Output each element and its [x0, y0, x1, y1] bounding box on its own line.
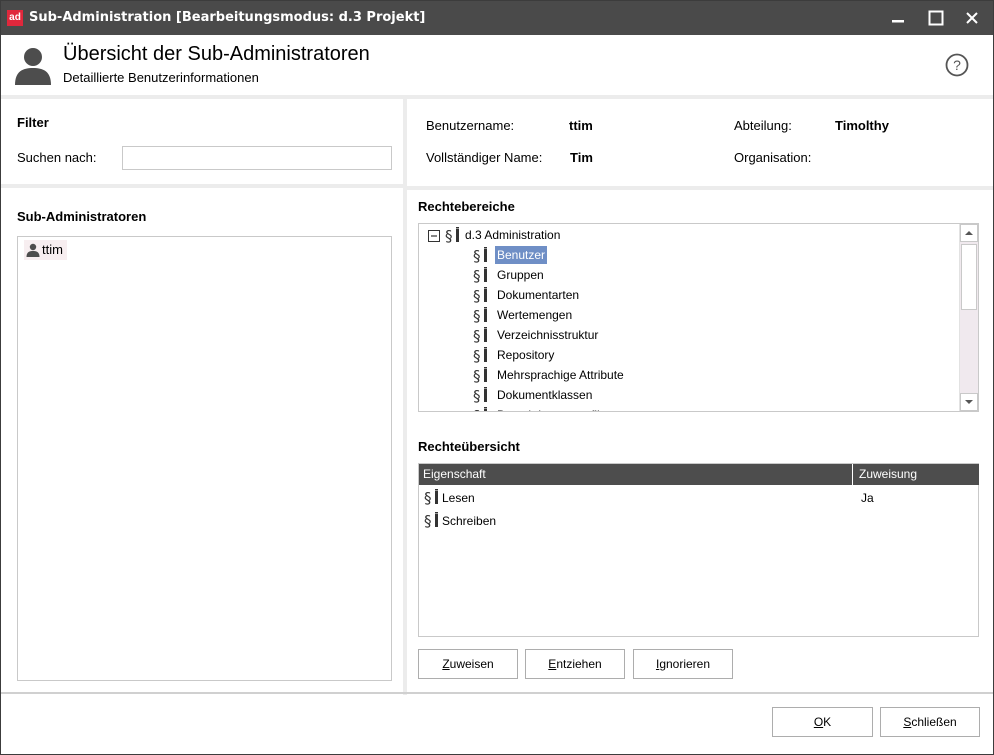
svg-text:§: § — [473, 367, 481, 384]
paragraph-rights-icon: § — [445, 227, 459, 244]
help-icon[interactable]: ? — [945, 53, 969, 77]
rights-areas-heading: Rechtebereiche — [418, 199, 515, 214]
assign-button[interactable]: Zuweisen — [418, 649, 518, 679]
organization-label: Organisation: — [734, 150, 812, 165]
minimize-icon — [892, 20, 904, 23]
fullname-label: Vollständiger Name: — [426, 150, 543, 165]
column-header-assignment[interactable]: Zuweisung — [859, 467, 917, 481]
scroll-up-button[interactable] — [960, 224, 978, 242]
divider — [1, 95, 993, 99]
user-avatar-icon — [15, 48, 51, 85]
divider — [407, 186, 993, 190]
paragraph-rights-icon: § — [473, 407, 487, 412]
tree-item[interactable]: Gruppen — [495, 266, 546, 284]
tree-item[interactable]: Dokumentklassen — [495, 386, 594, 404]
paragraph-rights-icon: § — [424, 489, 438, 506]
subadmins-list[interactable]: ttim — [17, 236, 392, 681]
tree-item[interactable]: Mehrsprachige Attribute — [495, 366, 626, 384]
svg-text:§: § — [473, 327, 481, 344]
ignore-button[interactable]: Ignorieren — [633, 649, 733, 679]
svg-text:§: § — [473, 387, 481, 404]
app-logo-icon: ad — [7, 10, 23, 26]
page-header: Übersicht der Sub-Administratoren Detail… — [1, 35, 993, 96]
window-title: Sub-Administration [Bearbeitungsmodus: d… — [29, 10, 426, 25]
paragraph-rights-icon: § — [473, 327, 487, 344]
tree-item[interactable]: Repository — [495, 346, 556, 364]
paragraph-rights-icon: § — [473, 307, 487, 324]
paragraph-rights-icon: § — [424, 512, 438, 529]
scroll-thumb[interactable] — [961, 244, 977, 310]
filter-heading: Filter — [17, 115, 49, 130]
svg-text:§: § — [424, 489, 432, 506]
paragraph-rights-icon: § — [473, 347, 487, 364]
table-cell-property[interactable]: Lesen — [442, 489, 475, 507]
svg-text:§: § — [445, 227, 453, 244]
user-icon — [26, 243, 40, 257]
close-icon — [966, 12, 978, 24]
sub-administration-window: ad Sub-Administration [Bearbeitungsmodus… — [0, 0, 994, 755]
column-divider[interactable] — [852, 464, 853, 485]
scroll-down-button[interactable] — [960, 393, 978, 411]
svg-text:§: § — [473, 267, 481, 284]
title-bar[interactable]: ad Sub-Administration [Bearbeitungsmodus… — [1, 1, 993, 35]
paragraph-rights-icon: § — [473, 387, 487, 404]
subadmins-heading: Sub-Administratoren — [17, 209, 147, 224]
search-input[interactable] — [122, 146, 392, 170]
scroll-up-icon — [965, 231, 973, 235]
vertical-scrollbar[interactable] — [959, 224, 978, 411]
department-value: Timolthy — [835, 118, 889, 133]
fullname-value: Tim — [570, 150, 593, 165]
rights-areas-tree[interactable]: § d.3 Administration § Benutzer § Gruppen § D… — [418, 223, 979, 412]
username-label: Benutzername: — [426, 118, 515, 133]
username-value: ttim — [569, 118, 593, 133]
svg-text:?: ? — [953, 57, 961, 73]
ok-button[interactable]: OK — [772, 707, 873, 737]
rights-overview-heading: Rechteübersicht — [418, 439, 520, 454]
tree-root-label[interactable]: d.3 Administration — [465, 226, 560, 244]
svg-text:§: § — [473, 247, 481, 264]
svg-text:§: § — [473, 307, 481, 324]
svg-text:§: § — [424, 512, 432, 529]
tree-item[interactable]: Dokumentarten — [495, 286, 581, 304]
paragraph-rights-icon: § — [473, 247, 487, 264]
divider — [1, 184, 403, 188]
scroll-down-icon — [965, 400, 973, 404]
paragraph-rights-icon: § — [473, 367, 487, 384]
svg-text:§: § — [473, 347, 481, 364]
maximize-icon — [928, 10, 944, 26]
page-title: Übersicht der Sub-Administratoren — [63, 43, 370, 65]
rights-overview-table[interactable] — [418, 463, 979, 637]
tree-item[interactable]: Wertemengen — [495, 306, 574, 324]
vertical-divider[interactable] — [403, 95, 407, 695]
svg-text:§: § — [473, 287, 481, 304]
maximize-button[interactable] — [921, 5, 951, 31]
department-label: Abteilung: — [734, 118, 792, 133]
tree-item[interactable]: Benutzer — [495, 246, 548, 264]
table-header: Eigenschaft Zuweisung — [419, 464, 979, 485]
paragraph-rights-icon: § — [473, 287, 487, 304]
column-header-property[interactable]: Eigenschaft — [423, 467, 486, 481]
minimize-button[interactable] — [883, 5, 913, 31]
list-item[interactable]: ttim — [24, 240, 67, 260]
page-subtitle: Detaillierte Benutzerinformationen — [63, 70, 259, 85]
close-dialog-button[interactable]: Schließen — [880, 707, 980, 737]
close-button[interactable] — [957, 5, 987, 31]
revoke-button[interactable]: Entziehen — [525, 649, 625, 679]
divider — [1, 692, 993, 694]
list-item-label: ttim — [42, 242, 63, 257]
svg-text:§: § — [473, 407, 481, 412]
search-label: Suchen nach: — [17, 150, 97, 165]
table-cell-assignment[interactable]: Ja — [861, 489, 874, 507]
tree-item[interactable]: Berechtigungsprofile — [495, 406, 608, 411]
table-cell-property[interactable]: Schreiben — [442, 512, 496, 530]
collapse-icon[interactable] — [428, 230, 440, 242]
paragraph-rights-icon: § — [473, 267, 487, 284]
tree-item[interactable]: Verzeichnisstruktur — [495, 326, 600, 344]
